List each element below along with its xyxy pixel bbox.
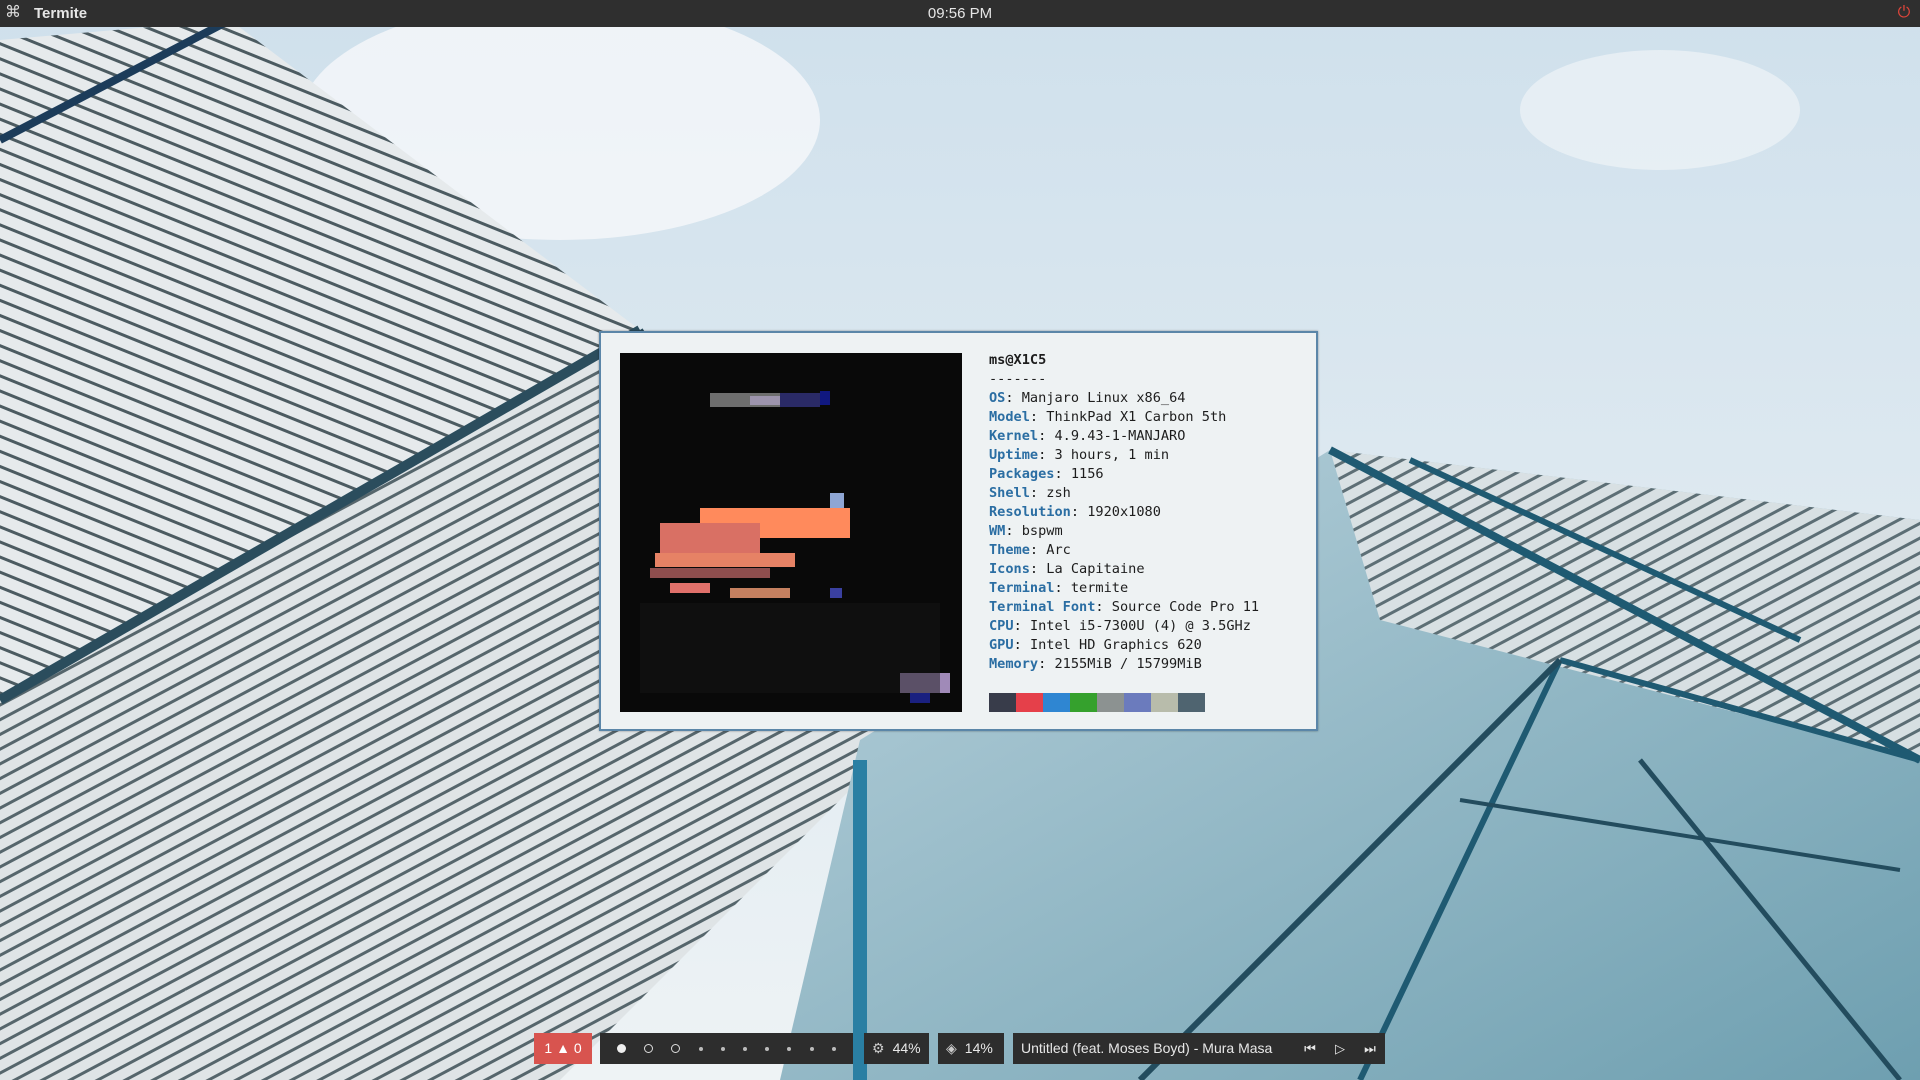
- info-key: Packages: [989, 466, 1055, 482]
- play-icon[interactable]: ▷: [1325, 1033, 1355, 1064]
- neofetch-ascii-image: [620, 353, 962, 712]
- workspace-indicator[interactable]: [617, 1044, 627, 1053]
- info-line: Theme: Arc: [989, 542, 1071, 558]
- info-key: Terminal: [989, 580, 1055, 596]
- layers-icon: ◈: [946, 1040, 957, 1056]
- info-value: 3 hours, 1 min: [1054, 447, 1170, 463]
- workspace-indicator[interactable]: [671, 1044, 681, 1053]
- info-line: Icons: La Capitaine: [989, 561, 1145, 577]
- info-line: Terminal: termite: [989, 580, 1129, 596]
- info-line: Uptime: 3 hours, 1 min: [989, 447, 1170, 463]
- info-key: Memory: [989, 656, 1039, 672]
- info-line: GPU: Intel HD Graphics 620: [989, 637, 1202, 653]
- workspace-switcher[interactable]: [600, 1033, 853, 1064]
- info-key: OS: [989, 390, 1006, 406]
- info-key: Kernel: [989, 428, 1039, 444]
- info-line: Packages: 1156: [989, 466, 1104, 482]
- info-line: Shell: zsh: [989, 485, 1071, 501]
- workspace-indicator[interactable]: [765, 1046, 770, 1051]
- info-key: Theme: [989, 542, 1030, 558]
- info-key: Uptime: [989, 447, 1039, 463]
- top-panel: ⌘ Termite 09:56 PM ⏻: [0, 0, 1920, 27]
- palette-swatch: [989, 693, 1016, 712]
- palette-swatch: [1097, 693, 1124, 712]
- terminal-window[interactable]: ms@X1C5 ------- OS: Manjaro Linux x86_64…: [599, 331, 1318, 731]
- info-value: termite: [1070, 580, 1129, 596]
- info-key: Resolution: [989, 504, 1071, 520]
- info-value: Manjaro Linux x86_64: [1021, 390, 1186, 406]
- workspace-indicator[interactable]: [831, 1046, 836, 1051]
- workspace-indicator[interactable]: [809, 1046, 814, 1051]
- workspace-indicator[interactable]: [743, 1046, 748, 1051]
- palette-swatch: [1016, 693, 1043, 712]
- skip-forward-icon[interactable]: ⏭: [1355, 1033, 1385, 1064]
- info-key: Icons: [989, 561, 1030, 577]
- info-value: 1156: [1070, 466, 1104, 482]
- color-palette: [989, 693, 1205, 712]
- info-key: Shell: [989, 485, 1030, 501]
- info-value: La Capitaine: [1046, 561, 1145, 577]
- palette-swatch: [1178, 693, 1205, 712]
- cpu-value: 44%: [892, 1040, 921, 1056]
- palette-swatch: [1151, 693, 1178, 712]
- separator: -------: [989, 371, 1047, 387]
- palette-swatch: [1043, 693, 1070, 712]
- clock[interactable]: 09:56 PM: [0, 5, 1920, 22]
- memory-value: 14%: [964, 1040, 993, 1056]
- info-value: bspwm: [1021, 523, 1063, 539]
- info-line: Model: ThinkPad X1 Carbon 5th: [989, 409, 1227, 425]
- info-line: WM: bspwm: [989, 523, 1063, 539]
- workspace-indicator[interactable]: [787, 1046, 792, 1051]
- info-value: Source Code Pro 11: [1111, 599, 1260, 615]
- info-value: 2155MiB / 15799MiB: [1054, 656, 1202, 672]
- workspace-indicator[interactable]: [698, 1046, 703, 1051]
- alerts-secondary-count: 0: [573, 1040, 582, 1056]
- bell-icon: ▲: [556, 1040, 570, 1056]
- info-line: Terminal Font: Source Code Pro 11: [989, 599, 1260, 615]
- info-value: 1920x1080: [1087, 504, 1161, 520]
- info-value: Arc: [1046, 542, 1071, 558]
- cpu-usage: ⚙ 44%: [864, 1033, 929, 1064]
- cpu-icon: ⚙: [872, 1040, 885, 1056]
- info-value: zsh: [1046, 485, 1071, 501]
- info-line: CPU: Intel i5-7300U (4) @ 3.5GHz: [989, 618, 1251, 634]
- info-line: Memory: 2155MiB / 15799MiB: [989, 656, 1202, 672]
- workspace-indicator[interactable]: [644, 1044, 654, 1053]
- info-value: ThinkPad X1 Carbon 5th: [1046, 409, 1227, 425]
- info-key: GPU: [989, 637, 1014, 653]
- info-line: Resolution: 1920x1080: [989, 504, 1161, 520]
- now-playing-title: Untitled (feat. Moses Boyd) - Mura Masa: [1021, 1040, 1273, 1056]
- alerts-count: 1: [544, 1040, 553, 1056]
- info-key: WM: [989, 523, 1006, 539]
- system-info: ms@X1C5 ------- OS: Manjaro Linux x86_64…: [989, 351, 1259, 674]
- power-icon[interactable]: ⏻: [1894, 3, 1914, 23]
- info-key: CPU: [989, 618, 1014, 634]
- info-line: Kernel: 4.9.43-1-MANJARO: [989, 428, 1186, 444]
- workspace-indicator[interactable]: [720, 1046, 725, 1051]
- media-player: Untitled (feat. Moses Boyd) - Mura Masa …: [1013, 1033, 1385, 1064]
- info-key: Model: [989, 409, 1030, 425]
- info-value: 4.9.43-1-MANJARO: [1054, 428, 1186, 444]
- palette-swatch: [1124, 693, 1151, 712]
- info-value: Intel i5-7300U (4) @ 3.5GHz: [1029, 618, 1251, 634]
- memory-usage: ◈ 14%: [938, 1033, 1004, 1064]
- info-value: Intel HD Graphics 620: [1029, 637, 1202, 653]
- palette-swatch: [1070, 693, 1097, 712]
- info-line: OS: Manjaro Linux x86_64: [989, 390, 1186, 406]
- user-host: ms@X1C5: [989, 352, 1047, 368]
- notification-counter[interactable]: 1 ▲ 0: [534, 1033, 592, 1064]
- skip-back-icon[interactable]: ⏮: [1295, 1033, 1325, 1064]
- info-key: Terminal Font: [989, 599, 1096, 615]
